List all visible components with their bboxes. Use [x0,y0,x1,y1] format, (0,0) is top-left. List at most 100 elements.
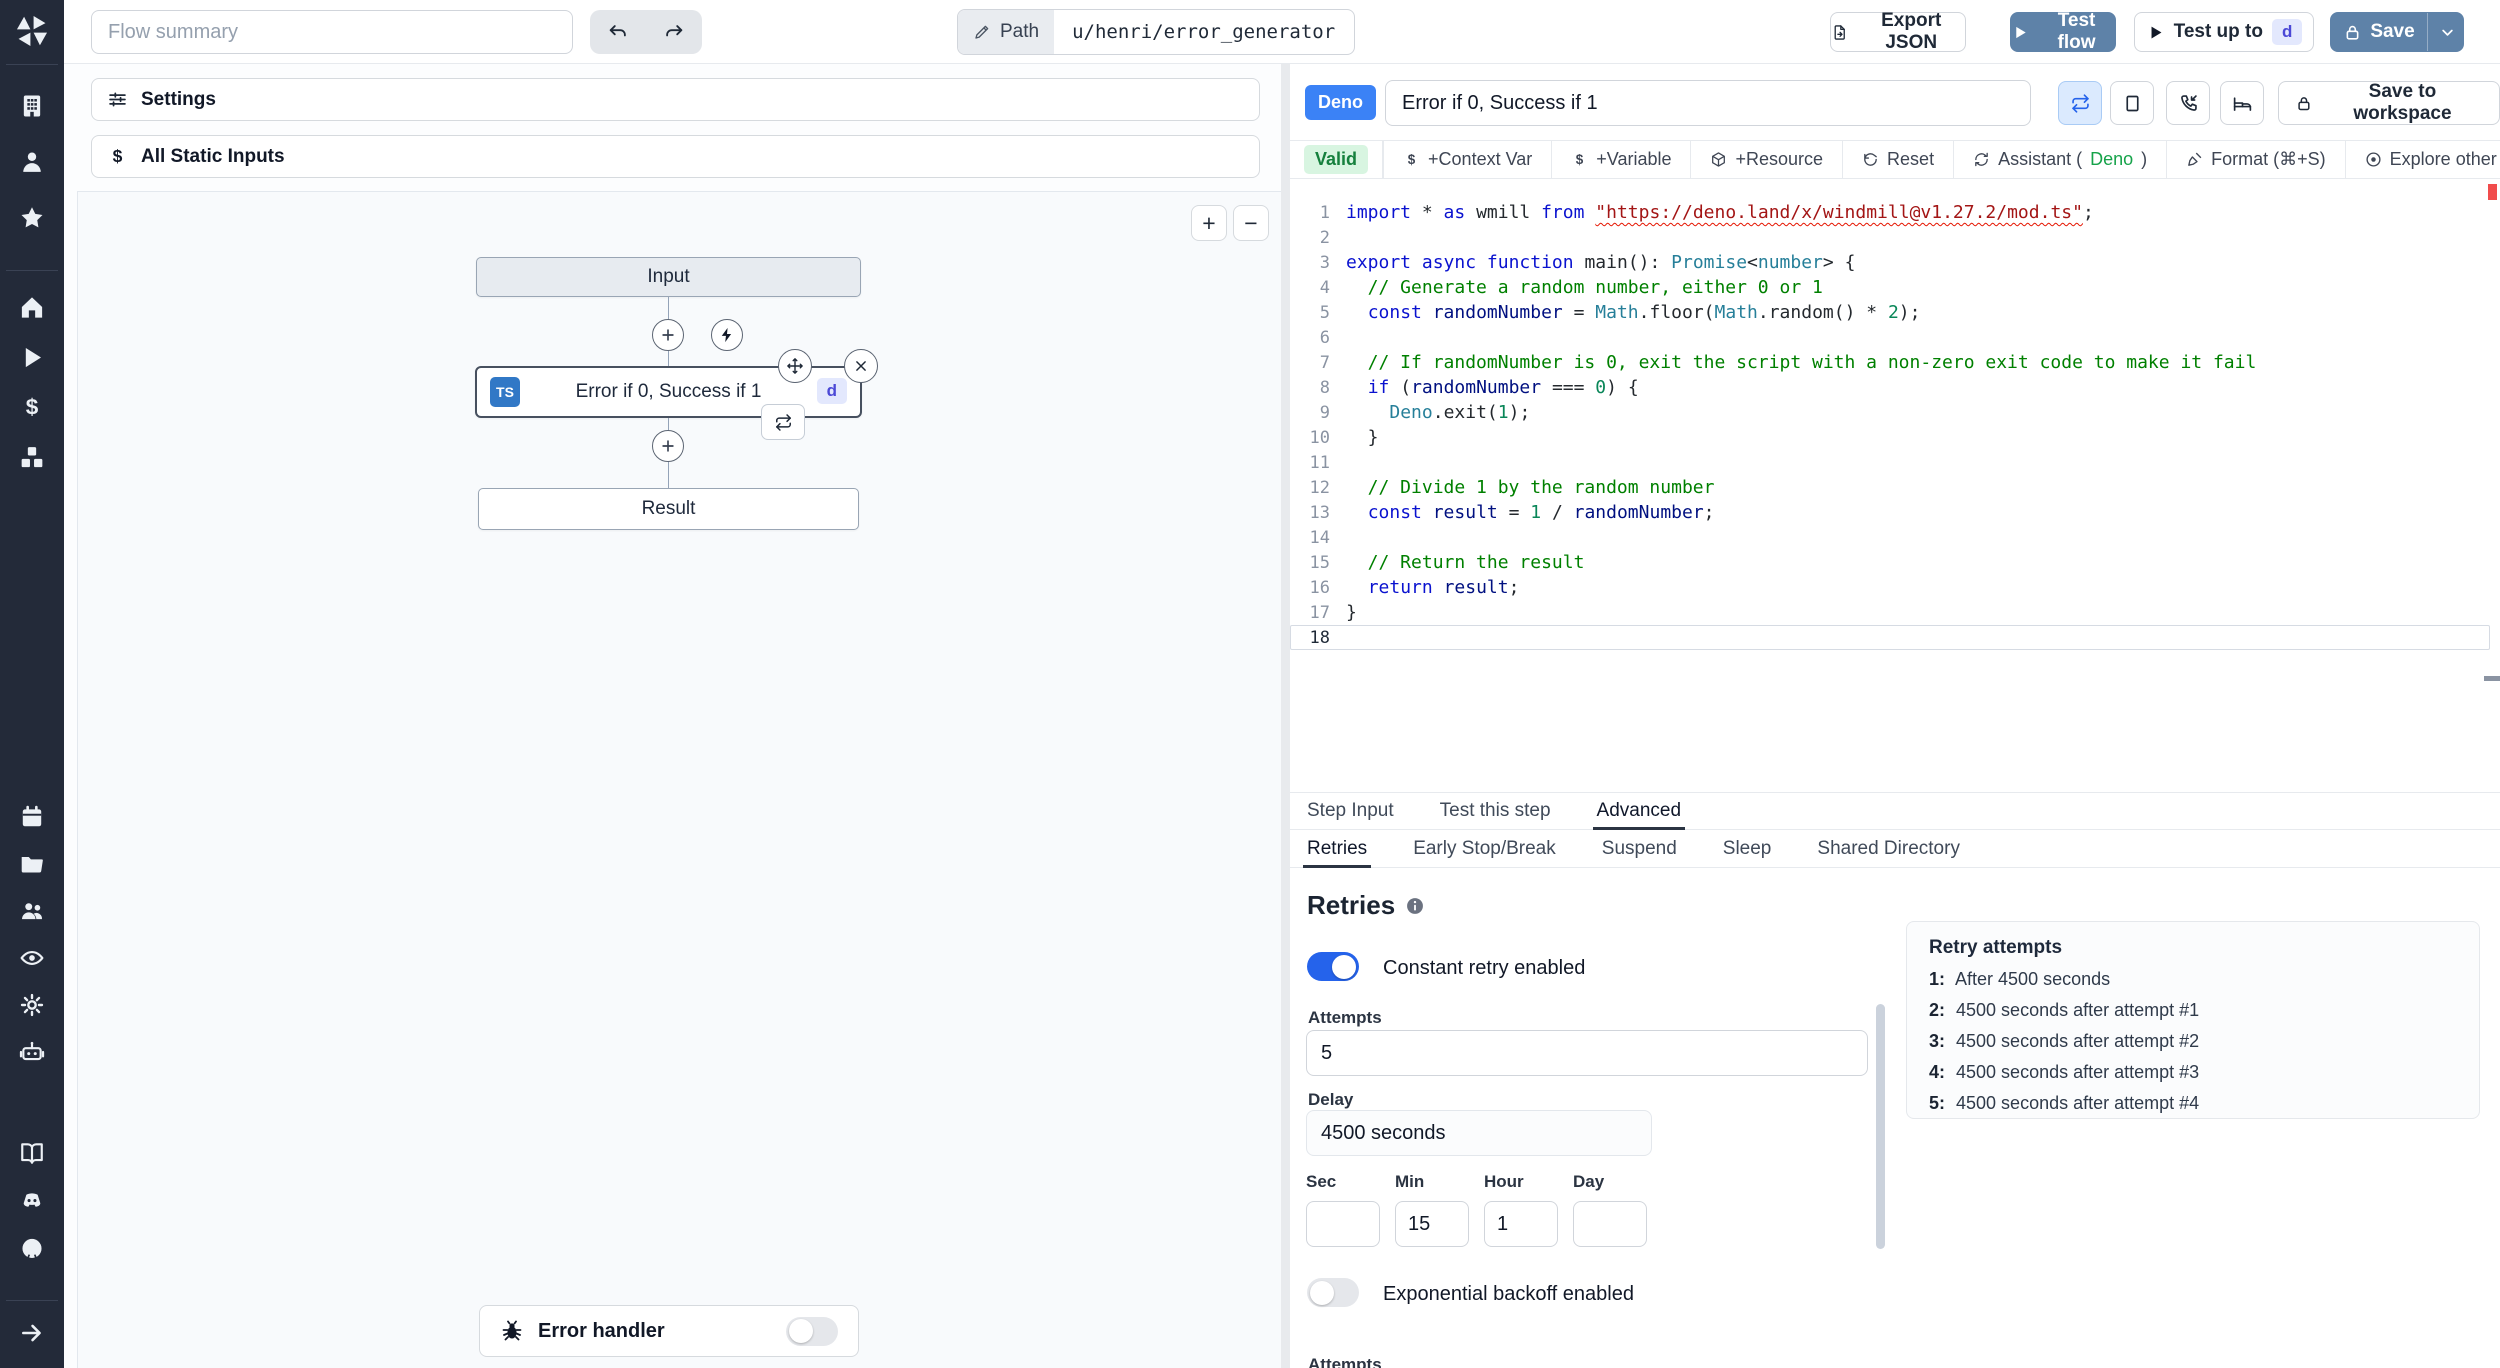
retry-attempts-preview: Retry attempts 1: After 4500 seconds 2: 4… [1906,921,2480,1119]
attempts-input[interactable] [1306,1030,1868,1076]
code-line-2[interactable]: 2 [1290,225,2500,250]
code-line-1[interactable]: 1 import * as wmill from "https://deno.la… [1290,200,2500,225]
robot-icon[interactable] [19,1039,45,1065]
webhook-button[interactable] [2166,81,2210,125]
insert-step-button[interactable] [652,319,684,351]
settings-button[interactable]: Settings [91,78,1260,121]
users-icon[interactable] [19,898,45,924]
zoom-out-button[interactable]: − [1233,205,1269,241]
svg-text:$: $ [1576,152,1584,167]
subtab-shared-directory[interactable]: Shared Directory [1817,830,1960,867]
code-line-3[interactable]: 3 export async function main(): Promise<n… [1290,250,2500,275]
input-node[interactable]: Input [476,257,861,297]
windmill-logo[interactable] [13,12,51,50]
test-flow-button[interactable]: Test flow [2010,10,2116,53]
book-icon[interactable] [19,1140,45,1166]
tab-step-input[interactable]: Step Input [1307,793,1394,829]
error-handler-node[interactable]: Error handler [479,1305,859,1357]
undo-button[interactable] [590,10,646,54]
retries-toggle-button[interactable] [2058,81,2102,125]
reset-button[interactable]: Reset [1843,141,1955,178]
path-field[interactable]: Path u/henri/error_generator [957,9,1356,55]
code-line-12[interactable]: 12 // Divide 1 by the random number [1290,475,2500,500]
exponential-backoff-toggle[interactable] [1307,1278,1359,1307]
calendar-icon[interactable] [19,804,45,830]
code-line-10[interactable]: 10 } [1290,425,2500,450]
flow-summary-input[interactable] [91,10,573,54]
subtab-sleep[interactable]: Sleep [1723,830,1772,867]
add-context-var-button[interactable]: $ +Context Var [1383,141,1553,178]
retries-scrollbar[interactable] [1876,1004,1885,1249]
panel-divider[interactable] [1281,64,1290,1368]
all-static-inputs-button[interactable]: $ All Static Inputs [91,135,1260,178]
code-line-16[interactable]: 16 return result; [1290,575,2500,600]
zoom-in-button[interactable]: + [1191,205,1227,241]
save-dropdown-button[interactable] [2426,13,2467,51]
code-line-7[interactable]: 7 // If randomNumber is 0, exit the scri… [1290,350,2500,375]
delete-step-button[interactable] [844,349,878,383]
flow-graph-canvas[interactable]: + − Input TS Error if 0, Success if 1 d … [77,191,1281,1368]
eye-icon[interactable] [19,945,45,971]
code-line-8[interactable]: 8 if (randomNumber === 0) { [1290,375,2500,400]
add-resource-button[interactable]: +Resource [1691,141,1844,178]
subtab-retries[interactable]: Retries [1302,830,1372,868]
tab-advanced[interactable]: Advanced [1592,793,1685,830]
add-variable-button[interactable]: $ +Variable [1552,141,1692,178]
sleep-button[interactable] [2220,81,2264,125]
code-line-4[interactable]: 4 // Generate a random number, either 0 … [1290,275,2500,300]
code-line-11[interactable]: 11 [1290,450,2500,475]
insert-step-button[interactable] [652,430,684,462]
delay-input[interactable] [1306,1110,1652,1156]
cubes-icon[interactable] [19,444,46,471]
export-json-button[interactable]: Export JSON [1830,10,1966,53]
error-handler-toggle[interactable] [786,1316,838,1346]
code-editor[interactable]: 1 import * as wmill from "https://deno.la… [1290,179,2500,792]
test-up-to-button[interactable]: Test up to d [2134,12,2314,52]
folder-icon[interactable] [19,851,45,877]
home-icon[interactable] [19,294,46,321]
constant-retry-toggle[interactable] [1307,952,1359,981]
delay-hour-input[interactable] [1484,1201,1558,1247]
delay-min-input[interactable] [1395,1201,1469,1247]
redo-button[interactable] [646,10,702,54]
info-icon[interactable] [1405,896,1425,916]
gear-icon[interactable] [19,992,45,1018]
explore-scripts-button[interactable]: Explore other s [2346,141,2500,178]
code-line-13[interactable]: 13 const result = 1 / randomNumber; [1290,500,2500,525]
trigger-button[interactable] [711,319,743,351]
save-button[interactable]: Save [2327,13,2426,51]
code-line-18[interactable]: 18 [1290,625,2490,650]
assistant-button[interactable]: Assistant (Deno) [1954,141,2168,178]
mobile-view-button[interactable] [2110,81,2154,125]
subtab-early-stop-break[interactable]: Early Stop/Break [1413,830,1556,867]
delay-day-input[interactable] [1573,1201,1647,1247]
code-line-15[interactable]: 15 // Return the result [1290,550,2500,575]
format-button[interactable]: Format (⌘+S) [2167,141,2346,178]
play-icon[interactable] [19,344,46,371]
step-name-input[interactable] [1385,80,2031,126]
move-step-handle[interactable] [778,349,812,383]
code-line-5[interactable]: 5 const randomNumber = Math.floor(Math.r… [1290,300,2500,325]
code-line-9[interactable]: 9 Deno.exit(1); [1290,400,2500,425]
bug-icon [502,1320,522,1341]
pencil-icon [975,25,989,39]
save-to-workspace-button[interactable]: Save to workspace [2278,81,2500,125]
github-icon[interactable] [19,1236,45,1262]
tab-test-this-step[interactable]: Test this step [1440,793,1551,829]
code-line-14[interactable]: 14 [1290,525,2500,550]
step-editor-panel: Deno Save to workspace Valid $ +Context … [1290,64,2500,1368]
result-node[interactable]: Result [478,488,859,530]
user-icon[interactable] [18,148,46,176]
building-icon[interactable] [18,92,46,120]
discord-icon[interactable] [19,1188,45,1214]
validity-indicator: Valid [1290,141,1384,178]
path-value[interactable]: u/henri/error_generator [1054,10,1354,54]
arrow-right-icon[interactable] [19,1320,45,1346]
delay-sec-input[interactable] [1306,1201,1380,1247]
subtab-suspend[interactable]: Suspend [1602,830,1677,867]
dollar-icon[interactable]: $ [19,394,46,421]
code-line-17[interactable]: 17} [1290,600,2500,625]
code-line-6[interactable]: 6 [1290,325,2500,350]
step-retry-indicator[interactable] [761,404,805,440]
star-icon[interactable] [18,204,46,232]
